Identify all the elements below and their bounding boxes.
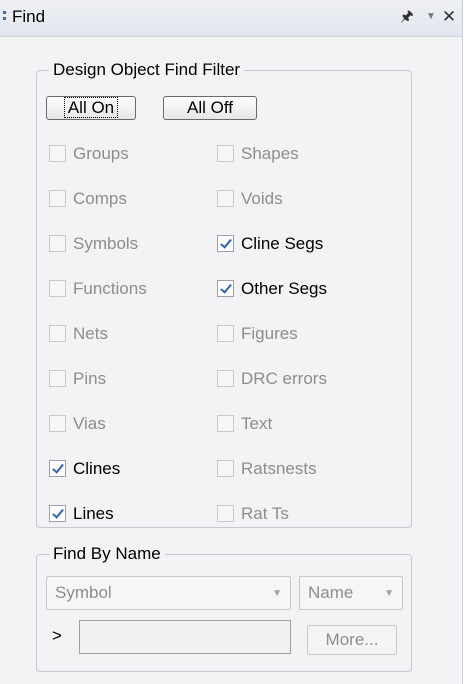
object-type-dropdown[interactable]: Symbol ▼ bbox=[46, 576, 291, 610]
checkbox-label: Functions bbox=[73, 279, 147, 298]
panel-title: Find bbox=[12, 7, 46, 26]
search-mode-dropdown[interactable]: Name ▼ bbox=[299, 576, 403, 610]
all-on-button[interactable]: All On bbox=[46, 96, 136, 120]
checkbox-label: Figures bbox=[241, 324, 298, 343]
checkbox-unchecked-icon bbox=[217, 460, 234, 477]
pin-icon[interactable]: 🖈 bbox=[398, 6, 416, 28]
close-icon[interactable]: ✕ bbox=[440, 6, 458, 28]
checkbox-label: Voids bbox=[241, 189, 283, 208]
chevron-down-icon: ▼ bbox=[384, 588, 394, 599]
checkbox-checked-icon[interactable] bbox=[49, 505, 66, 522]
all-on-label: All On bbox=[63, 97, 119, 118]
checkbox-label: Pins bbox=[73, 369, 107, 388]
checkbox-label: Shapes bbox=[241, 144, 299, 163]
object-type-value: Symbol bbox=[55, 583, 112, 602]
drag-grip-icon[interactable] bbox=[3, 11, 7, 25]
name-prefix-label: > bbox=[52, 626, 62, 645]
chevron-down-icon: ▼ bbox=[272, 588, 282, 599]
checkbox-unchecked-icon bbox=[217, 190, 234, 207]
checkbox-unchecked-icon bbox=[49, 145, 66, 162]
checkbox-label: Symbols bbox=[73, 234, 139, 253]
checkbox-label: Rat Ts bbox=[241, 504, 289, 523]
more-button[interactable]: More... bbox=[307, 625, 397, 655]
name-field-frame bbox=[79, 620, 291, 654]
checkbox-label: Nets bbox=[73, 324, 108, 343]
checkbox-label: Clines bbox=[73, 459, 121, 478]
checkbox-unchecked-icon bbox=[217, 325, 234, 342]
checkbox-unchecked-icon bbox=[217, 505, 234, 522]
checkbox-label: Text bbox=[241, 414, 273, 433]
panel-titlebar[interactable]: Find 🖈 ▼ ✕ bbox=[0, 0, 462, 37]
checkbox-unchecked-icon bbox=[217, 370, 234, 387]
checkbox-label: Ratsnests bbox=[241, 459, 317, 478]
checkbox-label: Cline Segs bbox=[241, 234, 324, 253]
checkbox-checked-icon[interactable] bbox=[217, 280, 234, 297]
filter-legend: Design Object Find Filter bbox=[53, 60, 241, 79]
all-off-button[interactable]: All Off bbox=[163, 96, 257, 120]
checkbox-unchecked-icon bbox=[49, 325, 66, 342]
checkbox-unchecked-icon bbox=[49, 280, 66, 297]
checkbox-checked-icon[interactable] bbox=[49, 460, 66, 477]
checkbox-unchecked-icon bbox=[49, 370, 66, 387]
checkbox-label: Groups bbox=[73, 144, 129, 163]
checkbox-label: DRC errors bbox=[241, 369, 327, 388]
checkbox-label: Vias bbox=[73, 414, 106, 433]
search-mode-value: Name bbox=[308, 583, 354, 602]
checkbox-label: Other Segs bbox=[241, 279, 327, 298]
checkbox-label: Lines bbox=[73, 504, 114, 523]
checkbox-unchecked-icon bbox=[217, 415, 234, 432]
checkbox-label: Comps bbox=[73, 189, 127, 208]
checkbox-unchecked-icon bbox=[49, 190, 66, 207]
find-panel: Find 🖈 ▼ ✕ Design Object Find Filter All… bbox=[0, 0, 463, 684]
checkbox-unchecked-icon bbox=[49, 415, 66, 432]
checkbox-checked-icon[interactable] bbox=[217, 235, 234, 252]
checkbox-unchecked-icon bbox=[217, 145, 234, 162]
dropdown-triangle-icon[interactable]: ▼ bbox=[423, 6, 439, 28]
checkbox-unchecked-icon bbox=[49, 235, 66, 252]
find-by-name-legend: Find By Name bbox=[53, 544, 161, 563]
name-input[interactable] bbox=[80, 621, 290, 653]
